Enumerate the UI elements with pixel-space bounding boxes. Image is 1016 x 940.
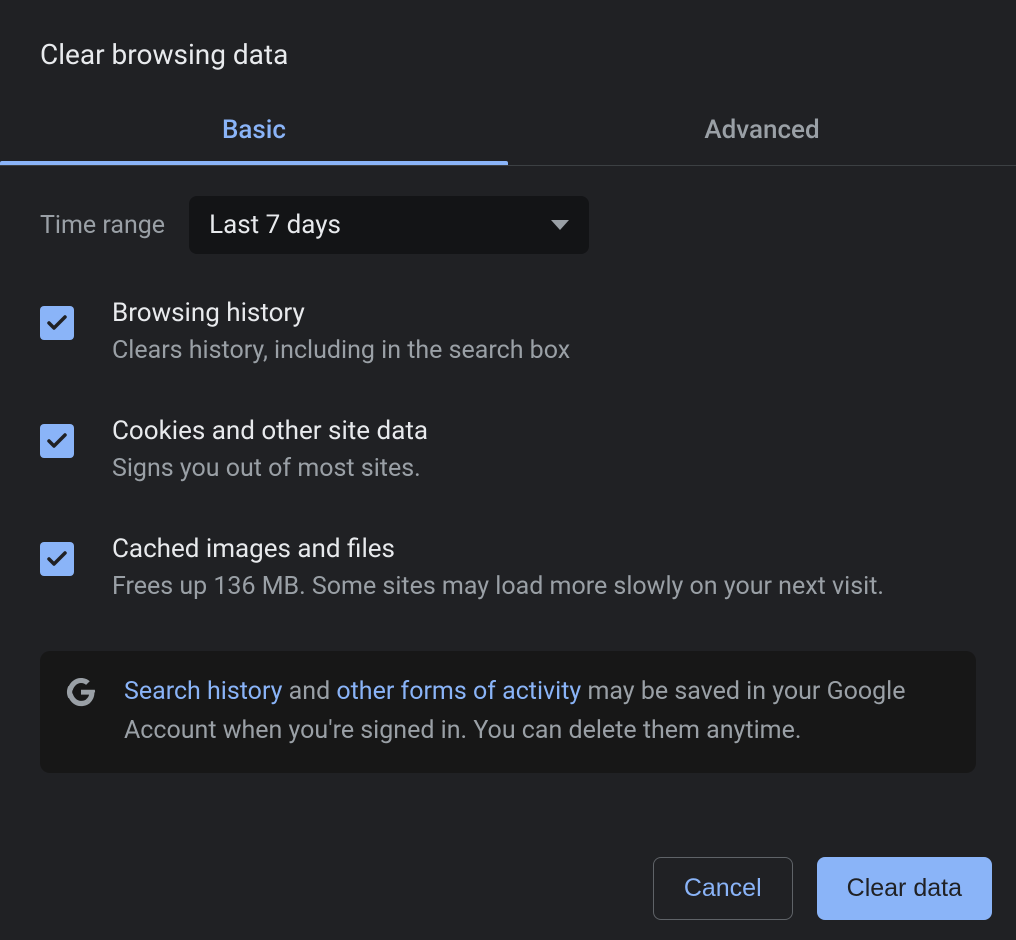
caret-down-icon	[551, 220, 569, 230]
time-range-row: Time range Last 7 days	[40, 196, 976, 254]
info-text: Search history and other forms of activi…	[124, 673, 950, 751]
option-text: Browsing history Clears history, includi…	[112, 298, 570, 368]
time-range-select[interactable]: Last 7 days	[189, 196, 589, 254]
option-title: Browsing history	[112, 298, 570, 328]
google-account-info: Search history and other forms of activi…	[40, 651, 976, 773]
option-desc: Clears history, including in the search …	[112, 334, 570, 368]
clear-data-button-label: Clear data	[847, 874, 962, 902]
check-icon	[45, 311, 69, 335]
tab-basic[interactable]: Basic	[0, 99, 508, 165]
dialog-button-row: Cancel Clear data	[653, 857, 992, 920]
link-search-history[interactable]: Search history	[124, 677, 282, 706]
info-text-1: and	[282, 677, 336, 706]
tab-basic-label: Basic	[222, 115, 286, 145]
tab-advanced-label: Advanced	[704, 115, 819, 145]
dialog-content: Time range Last 7 days Browsing history …	[0, 166, 1016, 773]
check-icon	[45, 429, 69, 453]
cancel-button[interactable]: Cancel	[653, 857, 793, 920]
tab-bar: Basic Advanced	[0, 99, 1016, 166]
option-text: Cached images and files Frees up 136 MB.…	[112, 534, 884, 604]
tab-advanced[interactable]: Advanced	[508, 99, 1016, 165]
option-title: Cached images and files	[112, 534, 884, 564]
checkbox-cookies[interactable]	[40, 424, 74, 458]
option-cookies: Cookies and other site data Signs you ou…	[40, 416, 976, 486]
checkbox-cache[interactable]	[40, 542, 74, 576]
time-range-label: Time range	[40, 211, 165, 240]
option-cache: Cached images and files Frees up 136 MB.…	[40, 534, 976, 604]
link-other-activity[interactable]: other forms of activity	[336, 677, 581, 706]
option-text: Cookies and other site data Signs you ou…	[112, 416, 428, 486]
option-title: Cookies and other site data	[112, 416, 428, 446]
dialog-title: Clear browsing data	[0, 0, 1016, 99]
google-icon	[66, 677, 96, 707]
option-desc: Signs you out of most sites.	[112, 452, 428, 486]
cancel-button-label: Cancel	[684, 874, 762, 902]
clear-browsing-data-dialog: Clear browsing data Basic Advanced Time …	[0, 0, 1016, 940]
check-icon	[45, 547, 69, 571]
time-range-value: Last 7 days	[209, 210, 341, 240]
option-browsing-history: Browsing history Clears history, includi…	[40, 298, 976, 368]
clear-data-button[interactable]: Clear data	[817, 857, 992, 920]
checkbox-browsing-history[interactable]	[40, 306, 74, 340]
option-desc: Frees up 136 MB. Some sites may load mor…	[112, 570, 884, 604]
